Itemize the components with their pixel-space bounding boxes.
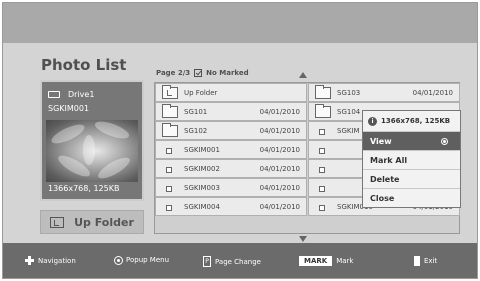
preview-file-name: SGKIM001 [48,104,90,113]
item-name: SGKIM001 [184,145,220,154]
file-checkbox[interactable] [319,186,325,192]
drive-name: Drive1 [68,90,95,99]
up-folder-icon [162,85,178,99]
list-item[interactable]: Up Folder [155,83,307,102]
item-name: Up Folder [184,88,218,97]
item-name: SG103 [337,88,361,97]
hint-page-change: P Page Change [203,256,261,267]
navigation-icon [25,256,34,265]
page-change-icon: P [203,256,211,267]
popup-item-label: Close [370,193,395,203]
key-guide-bar: Navigation Popup Menu P Page Change MARK… [3,243,477,278]
photo-thumbnail [46,120,138,182]
checkbox-icon [194,69,203,77]
popup-item-close[interactable]: Close [363,188,460,207]
popup-item-mark-all[interactable]: Mark All [363,150,460,169]
up-folder-button[interactable]: Up Folder [40,210,144,234]
item-date: 04/01/2010 [259,183,300,192]
photo-preview-panel: Drive1 SGKIM001 1366x768, 125KB [40,80,144,201]
list-item[interactable]: SG102 04/01/2010 [155,121,307,140]
item-date: 04/01/2010 [259,126,300,135]
exit-icon [414,256,420,266]
file-checkbox[interactable] [166,148,172,154]
file-checkbox[interactable] [319,148,325,154]
preview-resolution: 1366x768, 125KB [48,184,120,193]
file-checkbox[interactable] [319,129,325,135]
info-icon: i [368,116,377,126]
item-name: SG101 [184,107,208,116]
selected-radio-icon [441,138,448,145]
item-name: SGKIM002 [184,164,220,173]
file-checkbox[interactable] [319,205,325,211]
mark-status: No Marked [206,69,249,77]
hint-mark: MARK Mark [299,256,353,266]
file-list-left-column: Up Folder SG101 04/01/2010 SG102 04/01/2… [155,83,307,216]
popup-info-text: 1366x768, 125KB [381,117,451,125]
scroll-down-arrow-icon[interactable] [299,236,307,242]
hint-popup-menu: Popup Menu [114,255,170,265]
hint-label: Mark [336,257,354,265]
popup-item-view[interactable]: View [363,131,460,150]
folder-icon [162,123,178,137]
up-folder-icon [50,216,65,228]
list-item[interactable]: SGKIM004 04/01/2010 [155,197,307,216]
item-name: SGKIM [337,126,360,135]
folder-icon [315,85,331,99]
list-item[interactable]: SG103 04/01/2010 [308,83,460,102]
folder-icon [162,104,178,118]
top-band [3,3,477,43]
page-number: Page 2/3 [156,69,191,77]
file-checkbox[interactable] [166,205,172,211]
popup-info: i 1366x768, 125KB [363,111,460,131]
drive-label: Drive1 [48,90,94,99]
item-date: 04/01/2010 [259,145,300,154]
photo-list-screen: Photo List Page 2/3 No Marked Drive1 SGK… [2,2,478,279]
usb-drive-icon [48,91,60,98]
popup-item-label: Mark All [370,155,408,165]
file-checkbox[interactable] [166,186,172,192]
ok-button-icon [114,255,123,265]
file-checkbox[interactable] [319,167,325,173]
hint-label: Page Change [215,257,261,266]
popup-menu: i 1366x768, 125KB View Mark All Delete C… [362,110,461,208]
hint-label: Popup Menu [126,256,170,264]
list-item[interactable]: SGKIM001 04/01/2010 [155,140,307,159]
hint-label: Navigation [38,256,76,265]
item-date: 04/01/2010 [259,202,300,211]
item-date: 04/01/2010 [412,88,453,97]
page-indicator: Page 2/3 No Marked [156,69,249,77]
item-name: SGKIM003 [184,183,220,192]
page-title: Photo List [41,56,127,74]
list-item[interactable]: SGKIM003 04/01/2010 [155,178,307,197]
mark-key-icon: MARK [299,256,333,266]
item-date: 04/01/2010 [259,107,300,116]
list-item[interactable]: SG101 04/01/2010 [155,102,307,121]
popup-item-label: Delete [370,174,400,184]
up-folder-label: Up Folder [74,215,134,229]
hint-exit: Exit [414,256,437,266]
list-item[interactable]: SGKIM002 04/01/2010 [155,159,307,178]
popup-item-label: View [370,136,392,146]
hint-label: Exit [424,257,438,265]
scroll-up-arrow-icon[interactable] [299,72,307,78]
item-date: 04/01/2010 [259,164,300,173]
item-name: SGKIM004 [184,202,220,211]
item-name: SG102 [184,126,208,135]
item-name: SG104 [337,107,361,116]
popup-item-delete[interactable]: Delete [363,169,460,188]
hint-navigation: Navigation [25,256,76,265]
file-checkbox[interactable] [166,167,172,173]
folder-icon [315,104,331,118]
